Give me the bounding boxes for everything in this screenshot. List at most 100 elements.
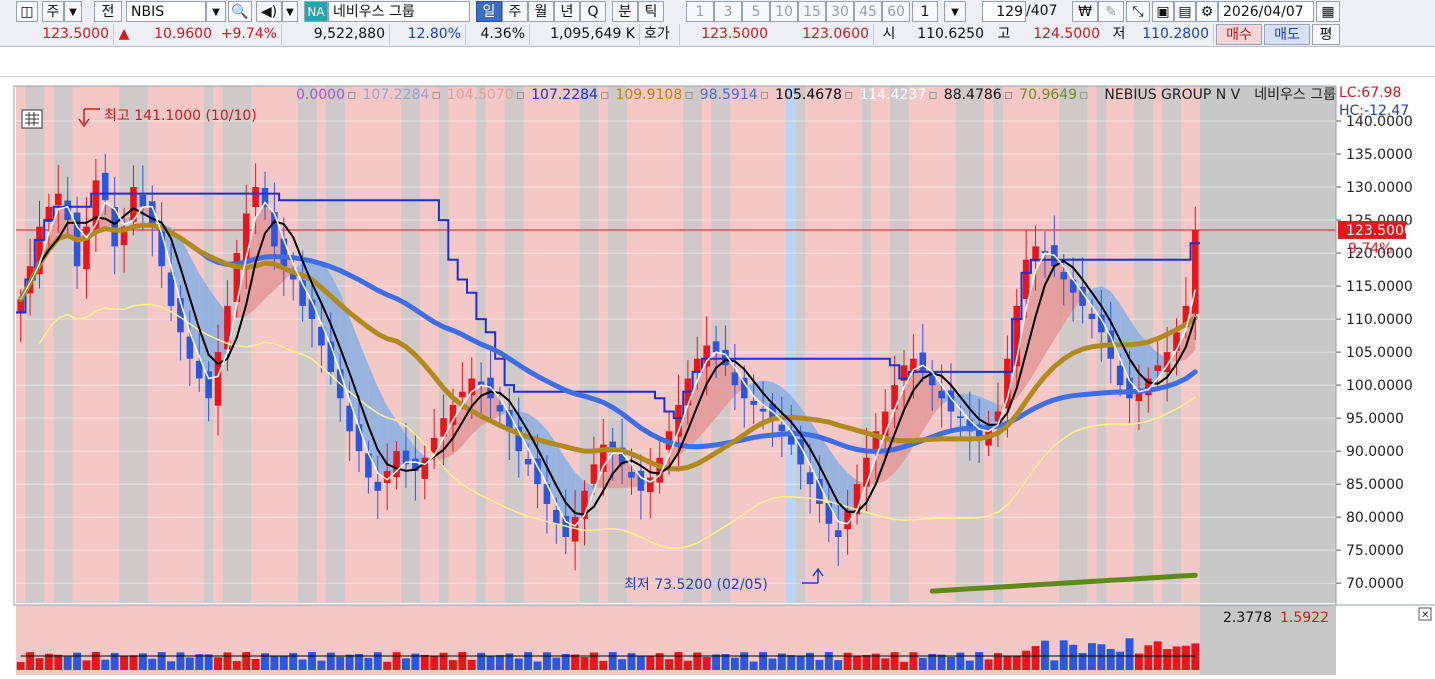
market-type-button[interactable]: 주	[42, 1, 64, 22]
quote-low: 110.2800	[1134, 24, 1214, 45]
page-current-input[interactable]: 129	[982, 1, 1026, 22]
legend-marker-7: ▫	[928, 87, 938, 103]
date-input[interactable]: 2026/04/07	[1218, 1, 1314, 22]
price-chart[interactable]: 140.0000135.0000130.0000125.0000120.0000…	[0, 75, 1435, 675]
volume-bar	[693, 652, 702, 670]
interval-button-1[interactable]: 1	[686, 1, 714, 22]
volume-bar	[1050, 660, 1059, 670]
period-button-2[interactable]: 월	[528, 1, 554, 22]
candle-body	[139, 194, 147, 207]
candle-body	[214, 352, 222, 406]
candle-body	[252, 187, 259, 207]
volume-bar	[1087, 643, 1096, 670]
volume-bar	[73, 652, 82, 670]
interval-count[interactable]: 1	[912, 1, 938, 22]
interval-button-5[interactable]: 5	[742, 1, 770, 22]
candle-body	[731, 372, 739, 386]
chart-area[interactable]: 140.0000135.0000130.0000125.0000120.0000…	[0, 75, 1435, 675]
interval-button-3[interactable]: 3	[714, 1, 742, 22]
volume-bar	[890, 652, 899, 670]
volume-bar	[129, 655, 138, 670]
page-total: /407	[1026, 3, 1058, 19]
volume-value-1: 2.3778	[1223, 610, 1272, 626]
jeon-button[interactable]: 전	[94, 1, 122, 22]
volume-bar	[1069, 644, 1078, 670]
band-gray	[119, 86, 129, 603]
buy-button[interactable]: 매수	[1216, 24, 1262, 45]
search-icon[interactable]: 🔍	[228, 1, 252, 22]
band-gray	[34, 86, 45, 603]
volume-bar	[157, 652, 166, 670]
chart-settings-icon[interactable]	[21, 109, 43, 129]
calendar-icon[interactable]: ▦	[1316, 1, 1340, 22]
volume-bar	[900, 661, 908, 670]
gear-icon[interactable]: ⚙	[1196, 1, 1218, 22]
band-gray	[438, 86, 449, 603]
overlay-icon[interactable]: ₩	[1072, 1, 1098, 22]
sell-button[interactable]: 매도	[1264, 24, 1310, 45]
volume-bar	[862, 654, 871, 670]
interval-button-15[interactable]: 15	[798, 1, 826, 22]
speaker-dropdown-icon[interactable]: ▼	[282, 1, 298, 22]
legend-value-0: 0.0000	[296, 87, 345, 103]
close-volume-panel-glyph: ✕	[1421, 610, 1429, 621]
period-button-1[interactable]: 주	[502, 1, 528, 22]
interval-dropdown-icon[interactable]: ▼	[944, 1, 966, 22]
volume-value-2: 1.5922	[1280, 610, 1329, 626]
volume-bar	[317, 660, 326, 670]
volume-bar	[712, 654, 721, 670]
volume-bar	[1163, 649, 1172, 670]
period-button-3[interactable]: 년	[554, 1, 580, 22]
y-tick-label: 135.0000	[1346, 147, 1413, 163]
candle-body	[712, 341, 720, 353]
candle-body	[1154, 365, 1162, 371]
candle-body	[628, 471, 635, 478]
volume-bar	[552, 657, 561, 670]
eval-button[interactable]: 평	[1312, 24, 1340, 45]
save-icon[interactable]: ▣	[1152, 1, 1174, 22]
legend-marker-3: ▫	[600, 87, 610, 103]
y-tick-label: 80.0000	[1346, 510, 1404, 526]
zoom-icon[interactable]: ⤡	[1126, 1, 1150, 22]
volume-bar	[514, 658, 523, 670]
volume-bar	[298, 659, 307, 670]
candle-body	[740, 377, 748, 399]
symbol-input[interactable]: NBIS	[126, 1, 206, 22]
interval-button-60[interactable]: 60	[882, 1, 910, 22]
speaker-icon[interactable]: ◀)	[256, 1, 282, 22]
print-icon[interactable]: ▤	[1174, 1, 1196, 22]
interval-button-45[interactable]: 45	[854, 1, 882, 22]
toolbar-row-2: 123.5000 ▲ 10.9600 +9.74% 9,522,880 12.8…	[0, 24, 1435, 46]
company-name-field[interactable]: 네비우스 그룹	[328, 1, 470, 22]
band-gray	[965, 86, 975, 603]
band-gray	[993, 86, 1003, 603]
band-gray	[1077, 86, 1088, 603]
period-button-6[interactable]: 틱	[638, 1, 664, 22]
window-icon[interactable]: ◫	[16, 1, 38, 22]
period-button-0[interactable]: 일	[476, 1, 502, 22]
interval-button-30[interactable]: 30	[826, 1, 854, 22]
volume-bar	[35, 658, 44, 670]
volume-bar	[1144, 645, 1153, 670]
volume-bar	[796, 656, 805, 670]
band-gray	[241, 86, 251, 603]
legend-marker-6: ▫	[844, 87, 854, 103]
legend-marker-8: ▫	[1004, 87, 1014, 103]
volume-bar	[185, 657, 194, 670]
interval-button-10[interactable]: 10	[770, 1, 798, 22]
period-button-5[interactable]: 분	[612, 1, 638, 22]
y-tick-label: 95.0000	[1346, 411, 1404, 427]
band-gray	[683, 86, 693, 603]
crosshair-icon[interactable]: ✎	[1098, 1, 1124, 22]
high-label: 고	[997, 26, 1011, 42]
volume-bar	[486, 656, 495, 670]
symbol-dropdown-icon[interactable]: ▼	[206, 1, 226, 22]
volume-bar	[101, 659, 110, 670]
market-dropdown-icon[interactable]: ▼	[64, 1, 82, 22]
y-tick-label: 130.0000	[1346, 180, 1413, 196]
volume-bar	[674, 652, 683, 670]
candle-body	[543, 484, 551, 504]
period-button-4[interactable]: Q	[580, 1, 606, 22]
candle-body	[83, 226, 90, 270]
y-tick-label: 85.0000	[1346, 477, 1404, 493]
